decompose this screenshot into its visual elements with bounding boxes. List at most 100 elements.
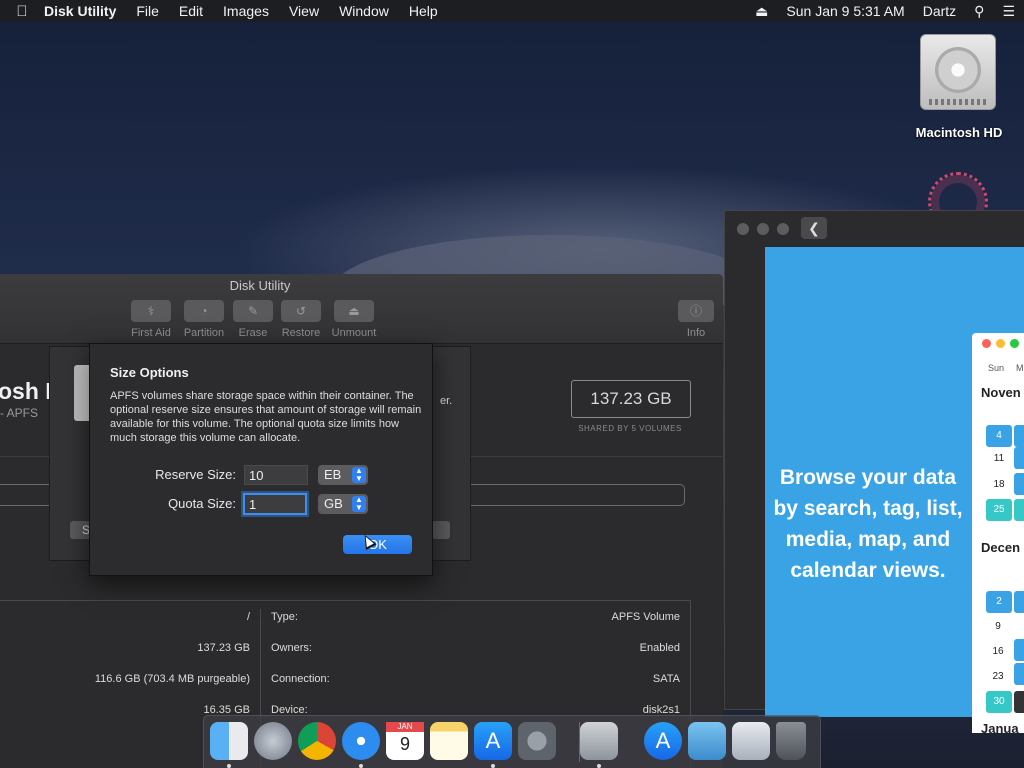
running-indicator bbox=[227, 764, 231, 768]
quota-unit-select[interactable]: GB ▲ ▼ bbox=[318, 494, 368, 514]
quota-unit-value: GB bbox=[324, 496, 343, 511]
system-preferences-icon[interactable] bbox=[518, 722, 556, 760]
cal-date-fill bbox=[1014, 591, 1024, 613]
window-controls bbox=[737, 223, 789, 235]
safari-icon[interactable] bbox=[342, 722, 380, 760]
sheet-action-button[interactable] bbox=[432, 521, 450, 539]
zoom-button[interactable] bbox=[777, 223, 789, 235]
menu-images[interactable]: Images bbox=[213, 0, 279, 22]
reserve-unit-select[interactable]: EB ▲ ▼ bbox=[318, 465, 368, 485]
info-value: 137.23 GB bbox=[197, 642, 250, 654]
cal-date-fill bbox=[1014, 499, 1024, 521]
tool-label: Restore bbox=[281, 327, 321, 339]
menu-file[interactable]: File bbox=[126, 0, 169, 22]
menu-window[interactable]: Window bbox=[329, 0, 399, 22]
info-label: Connection: bbox=[271, 673, 330, 685]
cal-date-fill bbox=[1014, 691, 1024, 713]
reserve-unit-value: EB bbox=[324, 467, 342, 482]
sheet-text: er. bbox=[440, 395, 453, 407]
preview-close-icon bbox=[982, 339, 991, 348]
minimize-button[interactable] bbox=[757, 223, 769, 235]
size-options-dialog: Size Options APFS volumes share storage … bbox=[89, 343, 433, 576]
mandala-icon[interactable] bbox=[918, 170, 1000, 210]
first-aid-tool[interactable]: ⚕ First Aid bbox=[121, 300, 181, 339]
cal-date: 30 bbox=[986, 691, 1012, 713]
folder-icon[interactable] bbox=[688, 722, 726, 760]
eject-icon[interactable]: ⏏ bbox=[334, 300, 374, 322]
chevron-updown-icon[interactable]: ▲ ▼ bbox=[352, 467, 366, 483]
tool-label: Info bbox=[686, 327, 706, 339]
menu-edit[interactable]: Edit bbox=[169, 0, 213, 22]
finder-icon[interactable] bbox=[210, 722, 248, 760]
notes-icon[interactable] bbox=[430, 722, 468, 760]
volume-format: - APFS bbox=[0, 406, 39, 420]
notification-center-icon[interactable]: ☰ bbox=[993, 0, 1024, 22]
quota-size-input[interactable] bbox=[243, 493, 307, 515]
calendar-day-label: 9 bbox=[399, 734, 410, 754]
cal-date-fill bbox=[1014, 473, 1024, 495]
menu-help[interactable]: Help bbox=[399, 0, 448, 22]
app-store-icon[interactable]: A bbox=[474, 722, 512, 760]
shared-label: SHARED BY 5 VOLUMES bbox=[578, 424, 682, 433]
info-value: 116.6 GB (703.4 MB purgeable) bbox=[94, 673, 250, 685]
running-indicator bbox=[359, 764, 363, 768]
cal-day-header: M bbox=[1016, 363, 1024, 373]
cal-date: 18 bbox=[993, 479, 1005, 490]
menu-user[interactable]: Dartz bbox=[914, 0, 965, 22]
apple-menu-icon[interactable]:  bbox=[0, 3, 44, 20]
trash-icon[interactable] bbox=[776, 722, 806, 760]
info-tool[interactable]: ⓘ Info bbox=[666, 300, 723, 339]
restore-tool[interactable]: ↺ Restore bbox=[271, 300, 331, 339]
close-button[interactable] bbox=[737, 223, 749, 235]
info-label: Owners: bbox=[271, 642, 312, 654]
info-value: SATA bbox=[652, 673, 680, 685]
calendar-preview: Sun M Noven 4 11 18 25 Decen 2 9 16 23 3… bbox=[972, 333, 1024, 733]
reserve-size-input[interactable] bbox=[244, 465, 308, 485]
running-indicator bbox=[491, 764, 495, 768]
menu-bar:  Disk Utility File Edit Images View Win… bbox=[0, 0, 1024, 22]
info-icon[interactable]: ⓘ bbox=[678, 300, 714, 322]
back-button[interactable]: ❮ bbox=[801, 217, 827, 239]
disk-utility-icon[interactable] bbox=[580, 722, 618, 760]
preview-minimize-icon bbox=[996, 339, 1005, 348]
launchpad-icon[interactable] bbox=[254, 722, 292, 760]
promo-panel: Browse your data by search, tag, list, m… bbox=[765, 247, 1024, 733]
cal-date-fill bbox=[1014, 425, 1024, 447]
dialog-title: Size Options bbox=[110, 365, 189, 380]
hard-drive-label[interactable]: Macintosh HD bbox=[900, 125, 1018, 140]
cal-date: 25 bbox=[986, 499, 1012, 521]
pie-icon[interactable]: ◔ bbox=[184, 300, 224, 322]
info-value: / bbox=[246, 611, 250, 623]
du-toolbar: Disk Utility ⚕ First Aid ◔ Partition ✎ E… bbox=[0, 274, 723, 344]
info-value: APFS Volume bbox=[611, 611, 680, 623]
chevron-updown-icon[interactable]: ▲ ▼ bbox=[352, 496, 366, 512]
reserve-size-label: Reserve Size: bbox=[155, 467, 236, 482]
cal-date-fill bbox=[1014, 639, 1024, 661]
cal-date: 11 bbox=[993, 453, 1005, 464]
ok-button[interactable]: OK bbox=[343, 535, 412, 554]
tool-label: Unmount bbox=[331, 327, 377, 339]
calendar-icon[interactable]: JAN 9 bbox=[386, 722, 424, 760]
cal-month: Decen bbox=[981, 540, 1021, 555]
quota-size-label: Quota Size: bbox=[168, 496, 236, 511]
preview-zoom-icon bbox=[1010, 339, 1019, 348]
menu-clock[interactable]: Sun Jan 9 5:31 AM bbox=[777, 0, 913, 22]
hard-drive-icon[interactable] bbox=[920, 34, 996, 110]
menu-app-name[interactable]: Disk Utility bbox=[44, 0, 126, 22]
restore-icon[interactable]: ↺ bbox=[281, 300, 321, 322]
chrome-icon[interactable] bbox=[298, 722, 336, 760]
calendar-month-label: JAN bbox=[386, 722, 424, 732]
cal-date-fill bbox=[1014, 663, 1024, 685]
spotlight-search-icon[interactable]: ⚲ bbox=[965, 0, 993, 22]
cal-date: 9 bbox=[995, 621, 1001, 632]
erase-icon[interactable]: ✎ bbox=[233, 300, 273, 322]
menu-view[interactable]: View bbox=[279, 0, 329, 22]
preview-window-icon[interactable] bbox=[732, 722, 770, 760]
cal-date: 16 bbox=[992, 646, 1004, 657]
unmount-tool[interactable]: ⏏ Unmount bbox=[324, 300, 384, 339]
eject-status-icon[interactable]: ⏏ bbox=[746, 0, 777, 22]
app-store-downloads-icon[interactable]: A bbox=[644, 722, 682, 760]
stethoscope-icon[interactable]: ⚕ bbox=[131, 300, 171, 322]
window-title: Disk Utility bbox=[229, 278, 291, 293]
cal-date: 2 bbox=[986, 591, 1012, 613]
